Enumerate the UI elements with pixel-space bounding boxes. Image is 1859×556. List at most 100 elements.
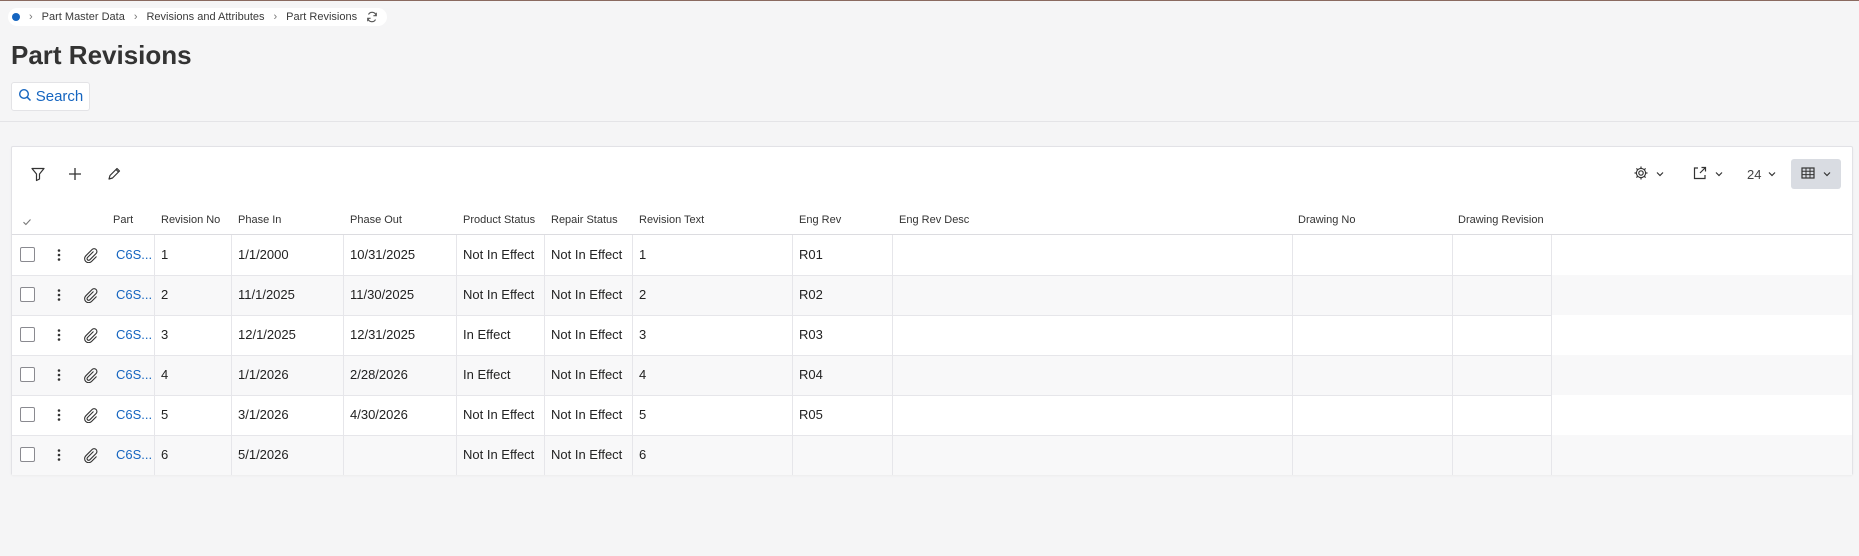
cell-phase-out (344, 435, 454, 475)
cell-phase-out: 4/30/2026 (350, 407, 408, 422)
cell-product-status: Not In Effect (463, 447, 535, 462)
attachment-icon[interactable] (81, 406, 99, 424)
more-vertical-icon[interactable] (51, 287, 67, 303)
cell-revision-no: 1 (161, 247, 169, 262)
column-header-repair-status[interactable]: Repair Status (551, 203, 618, 235)
table-row[interactable]: C6S... 2 11/1/2025 11/30/2025 Not In Eff… (12, 275, 1852, 315)
cell-product-status: In Effect (463, 367, 511, 382)
part-link[interactable]: C6S... (110, 355, 160, 395)
column-header-drawing-no[interactable]: Drawing No (1298, 203, 1355, 235)
share-icon (1692, 165, 1708, 184)
more-vertical-icon[interactable] (51, 367, 67, 383)
column-header-drawing-revision[interactable]: Drawing Revision (1458, 203, 1544, 235)
part-link[interactable]: C6S... (110, 395, 160, 435)
more-vertical-icon[interactable] (51, 407, 67, 423)
cell-eng-rev: R03 (799, 327, 823, 342)
divider (0, 121, 1859, 122)
edit-icon[interactable] (102, 162, 126, 186)
row-checkbox[interactable] (20, 327, 35, 342)
column-header-revision-text[interactable]: Revision Text (639, 203, 704, 235)
table-row[interactable]: C6S... 4 1/1/2026 2/28/2026 In Effect No… (12, 355, 1852, 395)
cell-repair-status: Not In Effect (551, 367, 623, 382)
table-body: C6S... 1 1/1/2000 10/31/2025 Not In Effe… (12, 235, 1852, 475)
table-view-icon (1800, 165, 1816, 184)
column-header-part[interactable]: Part (113, 203, 133, 235)
row-checkbox[interactable] (20, 407, 35, 422)
cell-revision-text: 3 (639, 327, 647, 342)
add-icon[interactable] (63, 162, 87, 186)
attachment-icon[interactable] (81, 246, 99, 264)
attachment-icon[interactable] (81, 326, 99, 344)
cell-phase-out: 12/31/2025 (350, 327, 416, 342)
cell-drawing-revision (1453, 235, 1551, 275)
cell-phase-out: 2/28/2026 (350, 367, 408, 382)
select-all-checkmark-icon[interactable] (22, 205, 32, 237)
page-size-dropdown[interactable]: 24 (1747, 159, 1777, 189)
cell-drawing-no (1293, 395, 1451, 435)
cell-revision-no: 2 (161, 287, 169, 302)
part-link[interactable]: C6S... (110, 275, 160, 315)
more-vertical-icon[interactable] (51, 447, 67, 463)
home-icon[interactable] (12, 13, 20, 21)
filter-icon[interactable] (26, 162, 50, 186)
cell-eng-rev-desc (893, 235, 1291, 275)
settings-dropdown[interactable] (1633, 159, 1665, 189)
cell-phase-out: 11/30/2025 (350, 287, 415, 302)
part-link[interactable]: C6S... (110, 435, 160, 475)
view-mode-dropdown[interactable] (1791, 159, 1841, 189)
cell-drawing-revision (1453, 435, 1551, 475)
cell-eng-rev: R05 (799, 407, 823, 422)
cell-eng-rev: R02 (799, 287, 823, 302)
chevron-right-icon: › (133, 11, 138, 23)
table-row[interactable]: C6S... 3 12/1/2025 12/31/2025 In Effect … (12, 315, 1852, 355)
column-header-eng-rev-desc[interactable]: Eng Rev Desc (899, 203, 969, 235)
part-link[interactable]: C6S... (110, 315, 160, 355)
column-header-phase-out[interactable]: Phase Out (350, 203, 402, 235)
table-row[interactable]: C6S... 5 3/1/2026 4/30/2026 Not In Effec… (12, 395, 1852, 435)
table-row[interactable]: C6S... 6 5/1/2026 Not In Effect Not In E… (12, 435, 1852, 475)
cell-eng-rev-desc (893, 355, 1291, 395)
cell-revision-text: 5 (639, 407, 647, 422)
export-dropdown[interactable] (1692, 159, 1724, 189)
more-vertical-icon[interactable] (51, 247, 67, 263)
row-checkbox[interactable] (20, 367, 35, 382)
chevron-down-icon (1822, 167, 1832, 182)
table-row[interactable]: C6S... 1 1/1/2000 10/31/2025 Not In Effe… (12, 235, 1852, 275)
cell-drawing-revision (1453, 275, 1551, 315)
search-button[interactable]: Search (11, 82, 90, 111)
cell-phase-in: 3/1/2026 (238, 407, 289, 422)
cell-eng-rev-desc (893, 275, 1291, 315)
chevron-right-icon: › (273, 11, 278, 23)
attachment-icon[interactable] (81, 446, 99, 464)
row-checkbox[interactable] (20, 247, 35, 262)
cell-phase-out: 10/31/2025 (350, 247, 416, 262)
more-vertical-icon[interactable] (51, 327, 67, 343)
cell-drawing-no (1293, 235, 1451, 275)
cell-drawing-revision (1453, 355, 1551, 395)
attachment-icon[interactable] (81, 366, 99, 384)
cell-product-status: In Effect (463, 327, 511, 342)
cell-repair-status: Not In Effect (551, 407, 623, 422)
breadcrumb-item-revisions-and-attributes[interactable]: Revisions and Attributes (146, 11, 264, 23)
cell-repair-status: Not In Effect (551, 327, 623, 342)
column-header-revision-no[interactable]: Revision No (161, 203, 220, 235)
cell-revision-no: 5 (161, 407, 169, 422)
breadcrumb-item-part-master-data[interactable]: Part Master Data (42, 11, 125, 23)
search-label: Search (35, 88, 84, 105)
cell-phase-in: 1/1/2026 (238, 367, 289, 382)
row-checkbox[interactable] (20, 447, 35, 462)
attachment-icon[interactable] (81, 286, 99, 304)
row-checkbox[interactable] (20, 287, 35, 302)
column-header-phase-in[interactable]: Phase In (238, 203, 281, 235)
chevron-down-icon (1655, 167, 1665, 182)
column-header-product-status[interactable]: Product Status (463, 203, 535, 235)
cell-revision-text: 4 (639, 367, 647, 382)
part-link[interactable]: C6S... (110, 235, 160, 275)
column-header-eng-rev[interactable]: Eng Rev (799, 203, 841, 235)
cell-product-status: Not In Effect (463, 247, 535, 262)
refresh-icon[interactable] (366, 11, 378, 23)
cell-phase-in: 11/1/2025 (238, 287, 295, 302)
cell-revision-no: 3 (161, 327, 169, 342)
gear-icon (1633, 165, 1649, 184)
cell-drawing-no (1293, 315, 1451, 355)
